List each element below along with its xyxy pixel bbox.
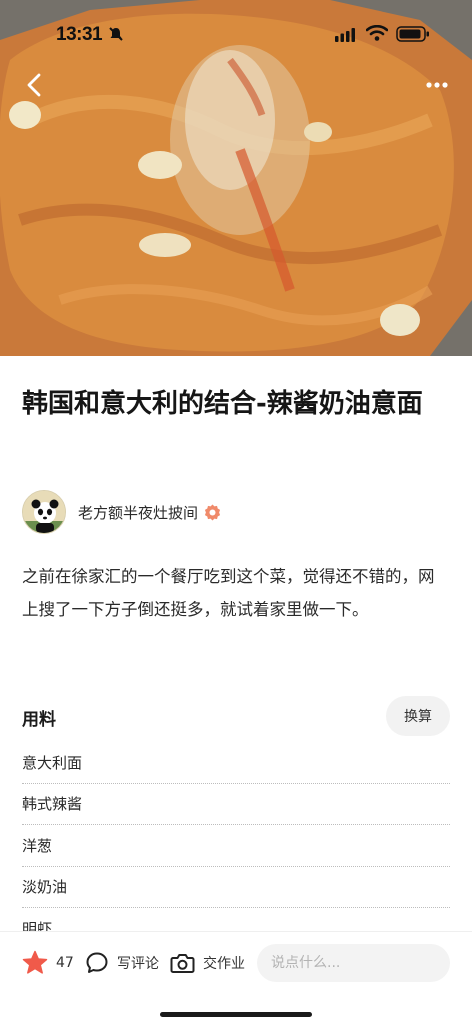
ingredient-name: 韩式辣酱 bbox=[22, 795, 83, 814]
ingredient-name: 洋葱 bbox=[22, 836, 53, 855]
favorite-button[interactable]: 47 bbox=[22, 950, 74, 976]
recipe-description: 之前在徐家汇的一个餐厅吃到这个菜，觉得还不错的，网上搜了一下方子倒还挺多，就试着… bbox=[22, 567, 435, 619]
cellular-signal-icon bbox=[335, 28, 355, 42]
back-arrow-icon[interactable] bbox=[20, 70, 50, 100]
home-indicator bbox=[160, 1012, 312, 1017]
comment-input[interactable] bbox=[257, 944, 450, 982]
mute-bell-icon bbox=[109, 27, 123, 41]
ingredient-row: 淡奶油 bbox=[22, 867, 450, 908]
panda-avatar-icon bbox=[23, 491, 65, 533]
ingredients-header: 用料 bbox=[22, 710, 56, 730]
recipe-title: 韩国和意大利的结合-辣酱奶油意面 bbox=[22, 389, 423, 419]
camera-icon bbox=[170, 954, 195, 973]
comment-bubble-icon bbox=[86, 952, 108, 973]
author-avatar[interactable] bbox=[22, 490, 66, 534]
ingredient-row: 明虾 bbox=[22, 908, 450, 932]
author-name[interactable]: 老方额半夜灶披间 bbox=[78, 502, 198, 523]
status-bar: 13:31 bbox=[0, 0, 472, 66]
convert-button[interactable]: 换算 bbox=[386, 696, 450, 736]
write-comment-button[interactable]: 写评论 bbox=[85, 950, 159, 976]
ingredient-name: 明虾 bbox=[22, 919, 53, 932]
star-icon bbox=[22, 950, 48, 974]
submit-homework-label: 交作业 bbox=[203, 956, 245, 972]
ingredient-name: 淡奶油 bbox=[22, 878, 68, 897]
chef-badge-icon bbox=[204, 503, 221, 521]
more-options-icon[interactable] bbox=[420, 70, 454, 100]
wifi-icon bbox=[366, 25, 388, 41]
ingredient-row: 意大利面 bbox=[22, 742, 450, 784]
write-comment-label: 写评论 bbox=[117, 956, 159, 972]
submit-homework-button[interactable]: 交作业 bbox=[170, 950, 245, 976]
ingredient-row: 韩式辣酱 bbox=[22, 784, 450, 825]
author-row[interactable]: 老方额半夜灶披间 bbox=[22, 490, 221, 534]
ingredient-list: 意大利面 韩式辣酱 洋葱 淡奶油 明虾 bbox=[22, 742, 450, 932]
ingredient-name: 意大利面 bbox=[22, 753, 83, 772]
status-time: 13:31 bbox=[56, 24, 103, 45]
battery-icon bbox=[396, 26, 429, 42]
favorite-count: 47 bbox=[56, 955, 74, 971]
ingredient-row: 洋葱 bbox=[22, 825, 450, 867]
bottom-action-bar: 47 写评论 交作业 bbox=[0, 932, 472, 1024]
